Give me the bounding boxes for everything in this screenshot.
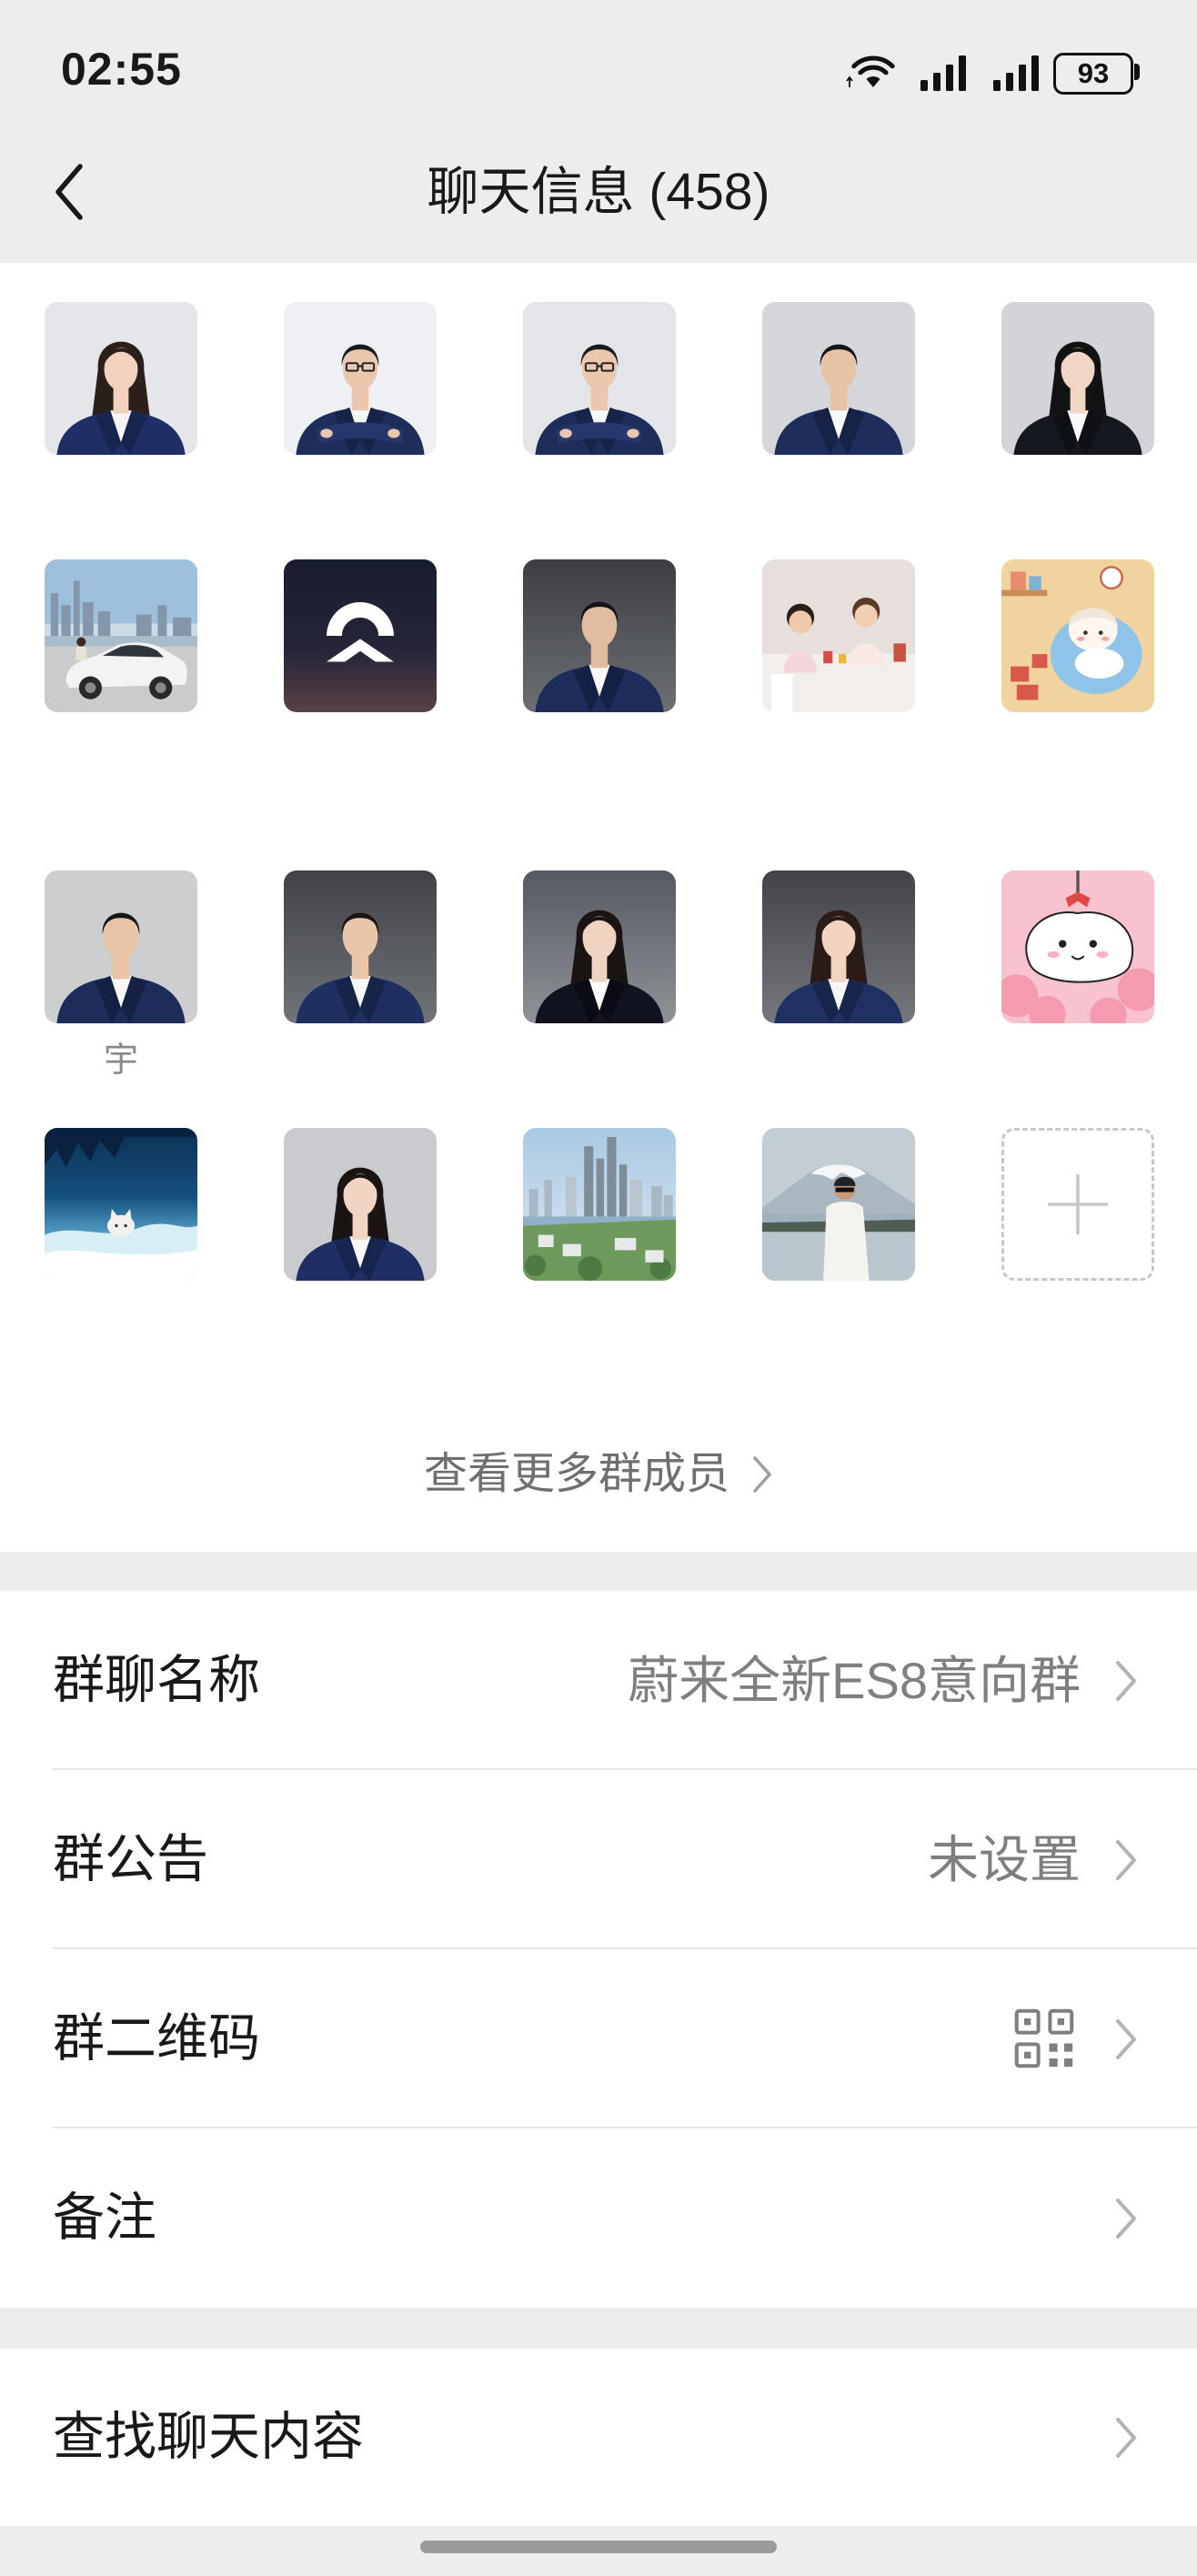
add-member-button[interactable] <box>1001 1128 1154 1346</box>
group-name-label: 群聊名称 <box>53 1651 260 1709</box>
avatar-photo <box>523 1137 676 1281</box>
member-item[interactable] <box>1001 302 1154 520</box>
member-item[interactable] <box>1001 559 1154 778</box>
member-avatar[interactable] <box>523 1128 676 1281</box>
qr-code-icon <box>1014 2008 1074 2068</box>
member-item[interactable] <box>1001 870 1154 1089</box>
member-avatar[interactable] <box>523 302 676 455</box>
member-grid: 宇 <box>0 263 1197 1552</box>
member-item[interactable] <box>762 302 915 520</box>
status-time: 02:55 <box>61 44 182 95</box>
member-avatar[interactable] <box>284 559 437 712</box>
chevron-right-icon <box>753 1456 771 1493</box>
member-avatar[interactable] <box>762 302 915 455</box>
announcement-label: 群公告 <box>53 1830 208 1888</box>
avatar-photo <box>523 559 676 712</box>
view-more-members-label: 查看更多群成员 <box>423 1450 729 1498</box>
avatar-photo <box>45 1128 197 1281</box>
battery-icon: 93 <box>1053 53 1133 95</box>
avatar-photo <box>762 302 915 455</box>
chevron-right-icon <box>1116 2199 1136 2239</box>
member-avatar[interactable] <box>762 870 915 1023</box>
member-avatar[interactable] <box>45 302 197 455</box>
avatar-photo <box>762 1164 915 1281</box>
member-item[interactable] <box>523 559 676 778</box>
remark-label: 备注 <box>53 2189 156 2247</box>
avatar-photo <box>284 1128 437 1281</box>
member-avatar[interactable] <box>762 1128 915 1281</box>
group-name-value: 蔚来全新ES8意向群 <box>628 1652 1081 1709</box>
home-indicator[interactable] <box>420 2541 777 2553</box>
add-member-box[interactable] <box>1001 1128 1154 1281</box>
member-avatar[interactable] <box>762 559 915 712</box>
member-avatar[interactable] <box>523 870 676 1023</box>
search-chat-row[interactable]: 查找聊天内容 <box>0 2349 1197 2526</box>
member-avatar[interactable] <box>45 1128 197 1281</box>
member-item[interactable]: 宇 <box>45 870 197 1089</box>
member-avatar[interactable] <box>45 870 197 1023</box>
battery-cap <box>1134 64 1140 80</box>
member-avatar[interactable] <box>284 302 437 455</box>
member-avatar[interactable] <box>284 1128 437 1281</box>
avatar-photo <box>523 302 676 455</box>
avatar-photo <box>762 870 915 1023</box>
avatar-photo <box>523 870 676 1023</box>
signal-icon <box>920 55 966 91</box>
avatar-photo <box>45 870 197 1023</box>
battery-level: 93 <box>1077 57 1110 89</box>
group-name-row[interactable]: 群聊名称 蔚来全新ES8意向群 <box>0 1591 1197 1770</box>
avatar-photo <box>45 302 197 455</box>
member-name: 宇 <box>103 1041 138 1080</box>
search-chat-list: 查找聊天内容 <box>0 2349 1197 2526</box>
member-item[interactable] <box>284 559 437 778</box>
member-item[interactable] <box>523 1128 676 1346</box>
chevron-right-icon <box>1116 1840 1136 1880</box>
member-item[interactable] <box>523 302 676 520</box>
member-item[interactable] <box>762 870 915 1089</box>
search-chat-label: 查找聊天内容 <box>53 2408 364 2466</box>
qr-code-row[interactable]: 群二维码 <box>0 1949 1197 2128</box>
chevron-right-icon <box>1116 2019 1136 2059</box>
avatar-photo <box>1001 870 1154 1023</box>
avatar-photo <box>284 302 437 455</box>
member-avatar[interactable] <box>284 870 437 1023</box>
avatar-photo <box>1001 566 1142 700</box>
member-avatar[interactable] <box>1001 302 1154 455</box>
member-avatar[interactable] <box>1001 870 1154 1023</box>
avatar-photo <box>1001 302 1154 455</box>
member-item[interactable] <box>284 1128 437 1346</box>
page-title: 聊天信息 (458) <box>427 163 770 221</box>
member-item[interactable] <box>45 559 197 778</box>
signal-icon <box>993 55 1039 91</box>
member-item[interactable] <box>45 1128 197 1346</box>
wifi-icon <box>846 55 895 87</box>
chevron-right-icon <box>1116 1661 1136 1701</box>
member-item[interactable] <box>284 302 437 520</box>
member-avatar[interactable] <box>1001 559 1154 712</box>
member-item[interactable] <box>762 1128 915 1346</box>
member-avatar[interactable] <box>45 559 197 712</box>
avatar-photo <box>284 870 437 1023</box>
member-avatar[interactable] <box>523 559 676 712</box>
member-item[interactable] <box>45 302 197 520</box>
qr-code-label: 群二维码 <box>53 2009 260 2068</box>
nio-logo <box>327 602 394 662</box>
member-item[interactable] <box>284 870 437 1089</box>
plus-icon <box>1048 1174 1108 1234</box>
member-item[interactable] <box>523 870 676 1089</box>
view-more-members-link[interactable]: 查看更多群成员 <box>0 1447 1197 1502</box>
group-settings-list: 群聊名称 蔚来全新ES8意向群 群公告 未设置 群二维码 备注 <box>0 1591 1197 2308</box>
announcement-row[interactable]: 群公告 未设置 <box>0 1770 1197 1949</box>
announcement-value: 未设置 <box>928 1831 1081 1888</box>
chevron-right-icon <box>1116 2418 1136 2458</box>
member-item[interactable] <box>762 559 915 778</box>
remark-row[interactable]: 备注 <box>0 2128 1197 2308</box>
avatar-photo <box>45 559 197 712</box>
avatar-photo <box>762 598 915 712</box>
